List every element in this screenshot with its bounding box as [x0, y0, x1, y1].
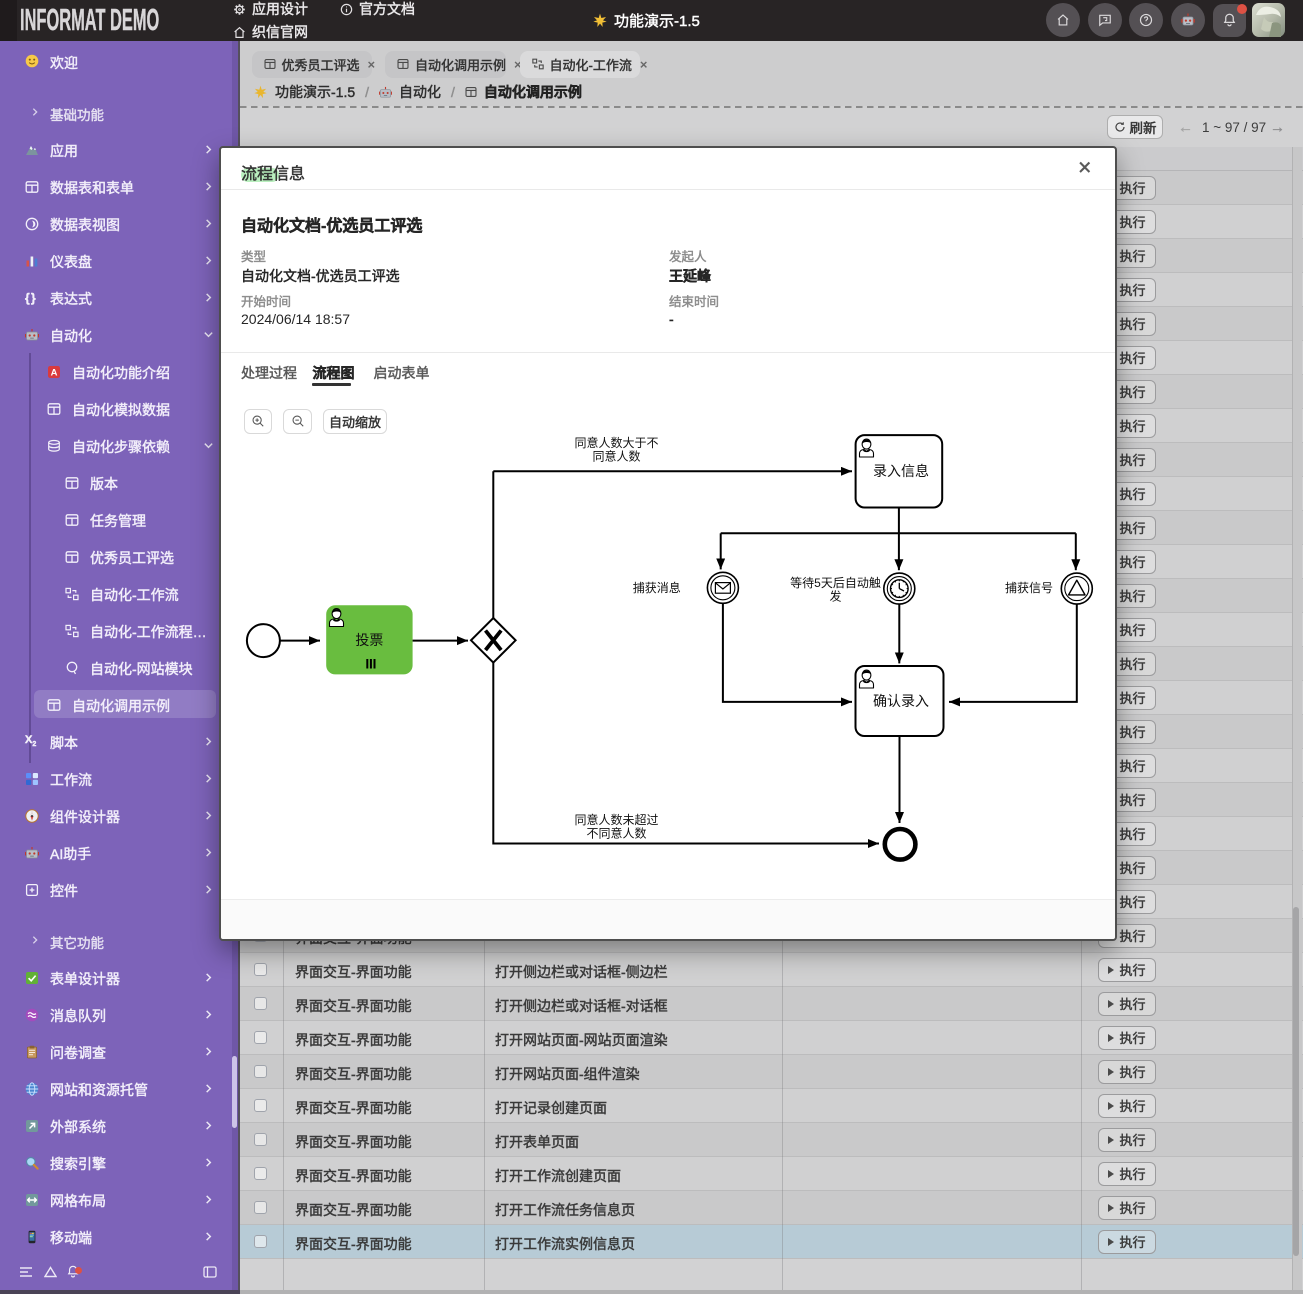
svg-text:同意人数: 同意人数	[592, 449, 640, 464]
svg-text:A: A	[51, 367, 58, 378]
svg-text:等待5天后自动触: 等待5天后自动触	[790, 576, 881, 590]
svg-text:同意人数大于不: 同意人数大于不	[574, 435, 658, 450]
svg-text:确认录入: 确认录入	[873, 693, 929, 709]
svg-text:录入信息: 录入信息	[873, 463, 929, 479]
svg-text:投票: 投票	[355, 632, 383, 648]
svg-text:捕获信号: 捕获信号	[1005, 580, 1053, 595]
svg-text:同意人数未超过: 同意人数未超过	[574, 812, 658, 827]
svg-text:捕获消息: 捕获消息	[633, 580, 681, 595]
svg-text:不同意人数: 不同意人数	[586, 826, 646, 841]
svg-text:发: 发	[829, 589, 841, 604]
